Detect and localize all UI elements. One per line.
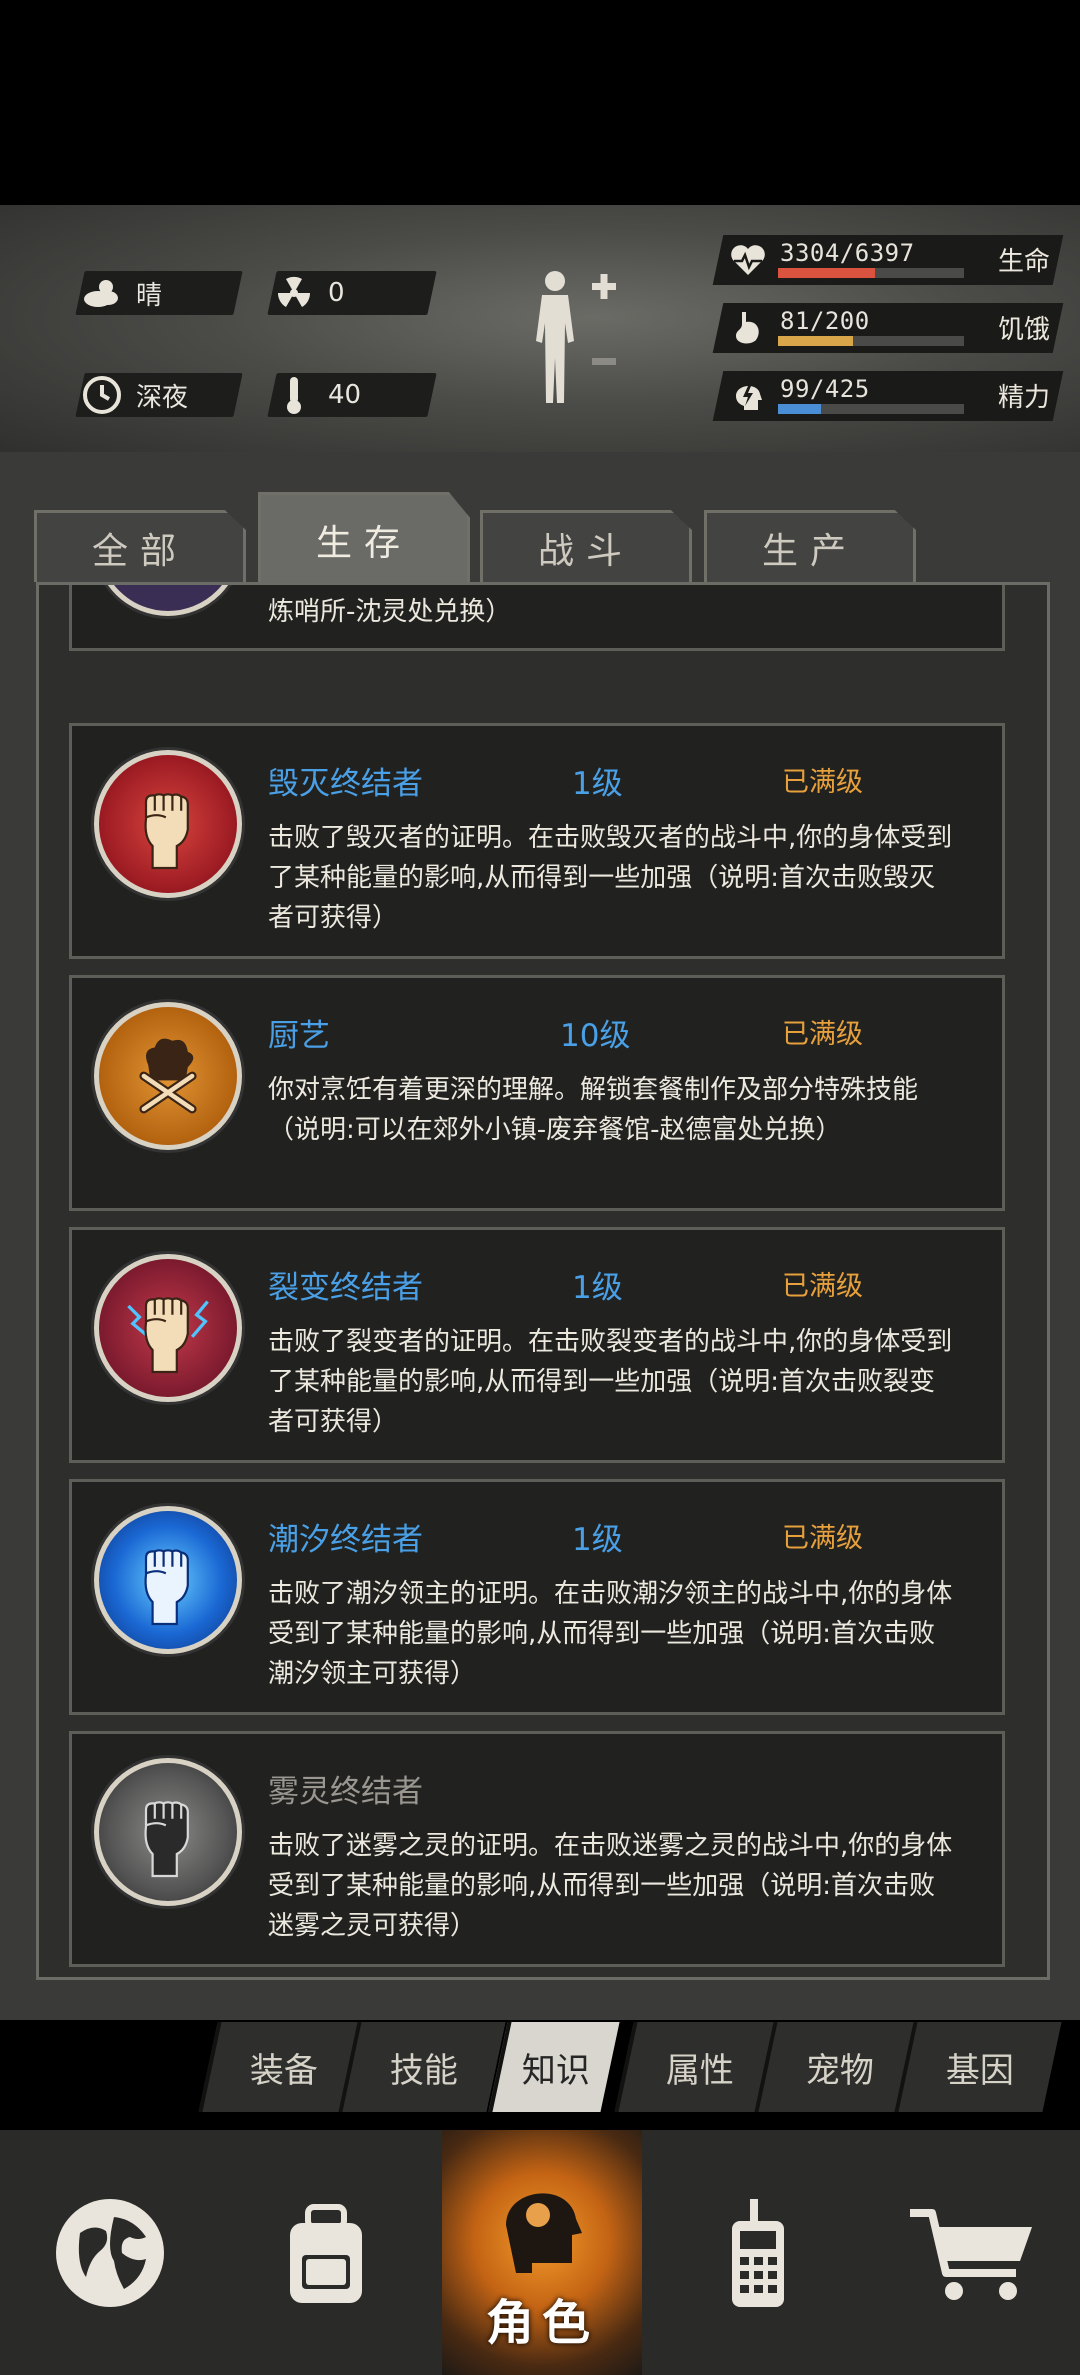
tab-combat-label: 战斗 (537, 530, 634, 572)
nav-character-label: 角色 (485, 2295, 598, 2351)
thermometer-icon (287, 377, 301, 414)
subtab-skills[interactable]: 技能 (338, 2022, 506, 2112)
tab-production[interactable]: 生产 (704, 510, 916, 582)
list-item[interactable]: 厨艺 10级 已满级 你对烹饪有着更深的理解。解锁套餐制作及部分特殊技能（说明:… (69, 975, 1005, 1211)
card-level: 1级 (572, 766, 623, 802)
subtab-attributes-label: 属性 (666, 2050, 734, 2091)
hunger-bar (778, 336, 964, 346)
hunger-label: 饥饿 (997, 315, 1050, 345)
list-item[interactable]: 裂变终结者 1级 已满级 击败了裂变者的证明。在击败裂变者的战斗中,你的身体受到… (69, 1227, 1005, 1463)
vital-hunger: 81/200 饥饿 (712, 303, 1064, 353)
partial-card-desc: 炼哨所-沈灵处兑换） (268, 597, 512, 627)
chef-hat-utensils-icon (94, 1002, 242, 1150)
vital-energy: 99/425 精力 (712, 371, 1064, 421)
gray-fist-icon (94, 1758, 242, 1906)
health-bar-fill (778, 268, 875, 278)
tab-production-label: 生产 (761, 530, 858, 572)
list-item[interactable]: 毁灭终结者 1级 已满级 击败了毁灭者的证明。在击败毁灭者的战斗中,你的身体受到… (69, 723, 1005, 959)
clock-icon (83, 376, 121, 414)
weather-pill: 晴 (75, 271, 243, 315)
red-fist-icon (94, 750, 242, 898)
time-pill: 深夜 (75, 373, 243, 417)
card-status: 已满级 (782, 1271, 863, 1302)
card-title: 潮汐终结者 (268, 1522, 423, 1558)
bottom-nav: 角色 (0, 2130, 1080, 2375)
card-level: 10级 (560, 1018, 631, 1054)
lightning-fist-icon (94, 1254, 242, 1402)
subtab-knowledge-label: 知识 (522, 2050, 590, 2091)
time-of-day: 深夜 (136, 382, 189, 413)
walkie-talkie-icon (732, 2198, 784, 2307)
energy-bar-fill (778, 404, 822, 414)
radiation-value: 0 (328, 278, 345, 308)
blue-fist-icon (94, 1506, 242, 1654)
tab-all-label: 全部 (91, 530, 188, 572)
head-lightning-icon (736, 385, 762, 410)
card-desc: 击败了迷雾之灵的证明。在击败迷雾之灵的战斗中,你的身体受到了某种能量的影响,从而… (268, 1831, 953, 1941)
shopping-cart-icon (910, 2208, 1032, 2300)
tab-survival[interactable]: 生存 (258, 492, 470, 584)
card-level: 1级 (572, 1522, 623, 1558)
hunger-bar-fill (778, 336, 854, 346)
temperature-pill: 40 (267, 373, 437, 417)
tab-all[interactable]: 全部 (34, 510, 246, 582)
health-label: 生命 (997, 247, 1050, 277)
subtab-pets-label: 宠物 (806, 2050, 874, 2091)
status-area: 晴 0 深夜 40 3304/6397 生命 81/200 饥饿 99/425 … (0, 205, 1080, 455)
nav-shop[interactable] (874, 2130, 1074, 2375)
vital-health: 3304/6397 生命 (712, 235, 1064, 285)
hunger-value: 81/200 (780, 307, 870, 335)
nav-world[interactable] (10, 2130, 210, 2375)
nav-backpack[interactable] (226, 2130, 426, 2375)
card-level: 1级 (572, 1270, 623, 1306)
card-title: 厨艺 (268, 1018, 330, 1054)
subtab-genes[interactable]: 基因 (894, 2022, 1062, 2112)
subtab-genes-label: 基因 (946, 2050, 1014, 2091)
heart-pulse-icon (731, 245, 765, 275)
list-item[interactable]: 雾灵终结者 击败了迷雾之灵的证明。在击败迷雾之灵的战斗中,你的身体受到了某种能量… (69, 1731, 1005, 1967)
card-desc: 击败了毁灭者的证明。在击败毁灭者的战斗中,你的身体受到了某种能量的影响,从而得到… (268, 823, 953, 933)
character-head-icon (506, 2192, 582, 2273)
card-status: 已满级 (782, 1019, 863, 1050)
card-desc: 击败了潮汐领主的证明。在击败潮汐领主的战斗中,你的身体受到了某种能量的影响,从而… (268, 1579, 953, 1689)
energy-label: 精力 (997, 383, 1050, 413)
card-title: 裂变终结者 (268, 1270, 423, 1306)
subtab-equipment-label: 装备 (250, 2050, 318, 2091)
partial-badge-icon (94, 585, 242, 616)
card-title: 毁灭终结者 (268, 766, 423, 802)
card-desc: 你对烹饪有着更深的理解。解锁套餐制作及部分特殊技能（说明:可以在郊外小镇-废弃餐… (268, 1075, 919, 1145)
tab-combat[interactable]: 战斗 (480, 510, 692, 582)
tab-survival-label: 生存 (315, 522, 412, 564)
nav-character[interactable]: 角色 (442, 2130, 642, 2375)
radiation-pill: 0 (267, 271, 437, 315)
subtab-knowledge[interactable]: 知识 (488, 2022, 620, 2112)
temperature-value: 40 (328, 380, 362, 410)
body-status-icon[interactable] (520, 263, 620, 413)
card-status: 已满级 (782, 767, 863, 798)
subtab-skills-label: 技能 (390, 2050, 458, 2091)
radiation-icon (277, 276, 311, 307)
health-value: 3304/6397 (780, 239, 915, 267)
nav-radio[interactable] (658, 2130, 858, 2375)
list-item[interactable]: 潮汐终结者 1级 已满级 击败了潮汐领主的证明。在击败潮汐领主的战斗中,你的身体… (69, 1479, 1005, 1715)
backpack-icon (290, 2203, 362, 2303)
card-title: 雾灵终结者 (268, 1774, 423, 1810)
list-item-partial[interactable]: 炼哨所-沈灵处兑换） (69, 585, 1005, 651)
cloud-sun-icon (84, 280, 118, 307)
sub-tabs: 装备 技能 知识 属性 宠物 基因 (196, 2022, 1066, 2112)
knowledge-list[interactable]: 炼哨所-沈灵处兑换） 毁灭终结者 1级 已满级 击败了毁灭者的证明。在击败毁灭者… (36, 582, 1050, 1980)
card-desc: 击败了裂变者的证明。在击败裂变者的战斗中,你的身体受到了某种能量的影响,从而得到… (268, 1327, 953, 1437)
globe-icon (56, 2198, 164, 2307)
health-bar (778, 268, 964, 278)
weather-condition: 晴 (136, 280, 163, 311)
energy-bar (778, 404, 964, 414)
card-status: 已满级 (782, 1523, 863, 1554)
stomach-icon (736, 312, 759, 344)
energy-value: 99/425 (780, 375, 870, 403)
